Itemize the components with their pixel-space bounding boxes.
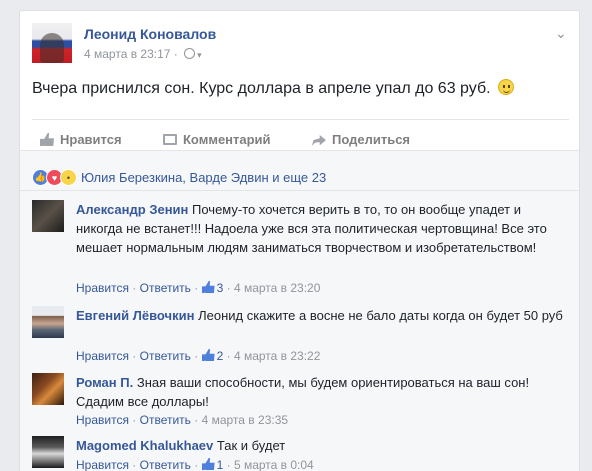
comment-reply-link[interactable]: Ответить (140, 413, 191, 427)
post-card: Леонид Коновалов 4 марта в 23:17 · ▾ ⌄ В… (19, 10, 580, 471)
comment-like-link[interactable]: Нравится (76, 413, 129, 427)
comments-section: Александр Зенин Почему-то хочется верить… (20, 190, 579, 471)
caret-down-icon[interactable]: ▾ (197, 50, 202, 61)
wow-reaction-icon: • (60, 169, 77, 186)
post-text-body: Вчера приснился сон. Курс доллара в апре… (32, 80, 491, 97)
share-label: Поделиться (332, 132, 411, 147)
reactions-names[interactable]: Юлия Березкина, Варде Эдвин и еще 23 (81, 170, 326, 185)
chevron-down-icon[interactable]: ⌄ (555, 25, 569, 41)
smiley-icon (498, 79, 514, 95)
post-text: Вчера приснился сон. Курс доллара в апре… (32, 79, 514, 98)
like-label: Нравится (60, 132, 122, 147)
commenter-avatar[interactable] (32, 200, 64, 232)
comment-time[interactable]: 4 марта в 23:22 (234, 349, 320, 363)
like-button[interactable]: Нравится (40, 132, 122, 147)
meta-sep: · (128, 281, 140, 295)
comment-reply-link[interactable]: Ответить (140, 458, 191, 471)
comment-body: Роман П. Зная ваши способности, мы будем… (76, 373, 566, 411)
comment-meta: Нравится · Ответить · 4 марта в 23:35 (76, 413, 288, 427)
comment-label: Комментарий (183, 132, 271, 147)
post-meta: 4 марта в 23:17 · ▾ (84, 47, 202, 61)
like-count-icon (201, 281, 215, 293)
share-button[interactable]: Поделиться (312, 132, 410, 147)
meta-sep: · (223, 458, 234, 471)
commenter-name[interactable]: Роман П. (76, 375, 133, 390)
comment-body: Александр Зенин Почему-то хочется верить… (76, 200, 566, 257)
comment-meta: Нравится · Ответить · 1 · 5 марта в 0:04 (76, 458, 314, 471)
comment-time[interactable]: 5 марта в 0:04 (234, 458, 314, 471)
meta-sep: · (190, 281, 202, 295)
comment-like-link[interactable]: Нравится (76, 349, 129, 363)
thumbs-up-icon (40, 133, 54, 146)
commenter-avatar[interactable] (32, 373, 64, 405)
comment-time[interactable]: 4 марта в 23:35 (202, 413, 288, 427)
comment-meta: Нравится · Ответить · 3 · 4 марта в 23:2… (76, 281, 320, 295)
commenter-name[interactable]: Евгений Лёвочкин (76, 308, 194, 323)
commenter-name[interactable]: Magomed Khalukhaev (76, 438, 213, 453)
commenter-name[interactable]: Александр Зенин (76, 202, 188, 217)
comment-like-link[interactable]: Нравится (76, 458, 129, 471)
globe-icon[interactable] (184, 48, 196, 59)
comment-time[interactable]: 4 марта в 23:20 (234, 281, 320, 295)
share-icon (312, 134, 326, 146)
meta-sep: · (190, 349, 202, 363)
comment-meta: Нравится · Ответить · 2 · 4 марта в 23:2… (76, 349, 320, 363)
meta-sep: · (190, 458, 202, 471)
comment-text: Леонид скажите а восне не бало даты когд… (198, 308, 563, 323)
author-avatar[interactable] (32, 23, 72, 63)
meta-sep: · (128, 413, 140, 427)
meta-sep: · (223, 349, 234, 363)
meta-dot: · (173, 47, 178, 61)
comment-reply-link[interactable]: Ответить (140, 281, 191, 295)
comment-button[interactable]: Комментарий (163, 132, 271, 147)
comment-body: Евгений Лёвочкин Леонид скажите а восне … (76, 306, 566, 325)
meta-sep: · (128, 458, 140, 471)
comment-reply-link[interactable]: Ответить (140, 349, 191, 363)
reactions-summary[interactable]: 👍 ♥ • Юлия Березкина, Варде Эдвин и еще … (32, 169, 326, 186)
commenter-avatar[interactable] (32, 436, 64, 468)
like-count-icon (201, 349, 215, 361)
commenter-avatar[interactable] (32, 306, 64, 338)
comment-icon (163, 134, 177, 145)
like-count-icon (201, 458, 215, 470)
comment-body: Magomed Khalukhaev Так и будет (76, 436, 566, 455)
post-header: Леонид Коновалов 4 марта в 23:17 · ▾ (32, 23, 552, 73)
meta-sep: · (190, 413, 202, 427)
comment-text: Зная ваши способности, мы будем ориентир… (76, 375, 530, 409)
post-actions: Нравится Комментарий Поделиться (32, 119, 569, 149)
meta-sep: · (223, 281, 234, 295)
meta-sep: · (128, 349, 140, 363)
post-date[interactable]: 4 марта в 23:17 (84, 47, 170, 61)
author-name[interactable]: Леонид Коновалов (84, 26, 216, 42)
comment-like-link[interactable]: Нравится (76, 281, 129, 295)
comment-text: Так и будет (216, 438, 286, 453)
